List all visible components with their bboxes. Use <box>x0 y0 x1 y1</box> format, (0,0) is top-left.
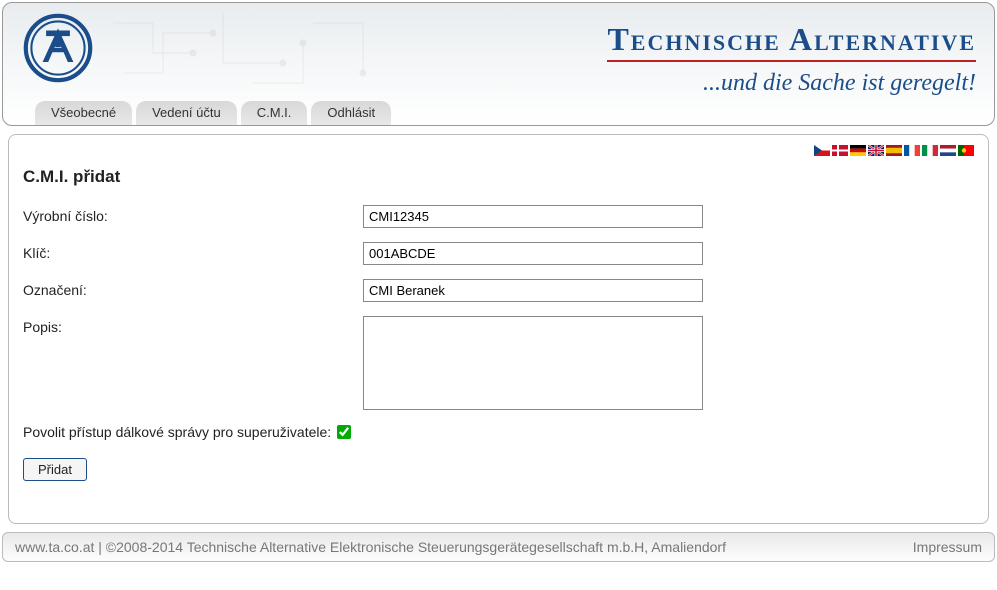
flag-it-icon[interactable] <box>922 145 938 156</box>
name-input[interactable] <box>363 279 703 302</box>
desc-textarea[interactable] <box>363 316 703 410</box>
header: Technische Alternative ...und die Sache … <box>2 2 995 126</box>
row-serial: Výrobní číslo: <box>23 205 974 228</box>
footer-copyright: | ©2008-2014 Technische Alternative Elek… <box>94 539 726 555</box>
row-desc: Popis: <box>23 316 974 410</box>
footer-link[interactable]: www.ta.co.at <box>15 539 94 555</box>
footer: www.ta.co.at | ©2008-2014 Technische Alt… <box>2 532 995 562</box>
flag-cz-icon[interactable] <box>814 145 830 156</box>
remote-checkbox[interactable] <box>337 425 351 439</box>
brand-block: Technische Alternative ...und die Sache … <box>607 21 976 97</box>
impressum-link[interactable]: Impressum <box>913 539 982 555</box>
language-flags <box>814 145 974 156</box>
nav-tabs: Všeobecné Vedení účtu C.M.I. Odhlásit <box>3 101 994 125</box>
company-logo <box>23 13 93 83</box>
label-name: Označení: <box>23 279 363 298</box>
brand-slogan: ...und die Sache ist geregelt! <box>607 70 976 97</box>
label-serial: Výrobní číslo: <box>23 205 363 224</box>
page-title: C.M.I. přidat <box>23 167 974 187</box>
row-name: Označení: <box>23 279 974 302</box>
tab-logout[interactable]: Odhlásit <box>311 101 391 125</box>
label-desc: Popis: <box>23 316 363 335</box>
label-key: Klíč: <box>23 242 363 261</box>
row-key: Klíč: <box>23 242 974 265</box>
flag-de-icon[interactable] <box>850 145 866 156</box>
flag-pt-icon[interactable] <box>958 145 974 156</box>
flag-nl-icon[interactable] <box>940 145 956 156</box>
row-remote: Povolit přístup dálkové správy pro super… <box>23 424 974 440</box>
flag-dk-icon[interactable] <box>832 145 848 156</box>
header-top: Technische Alternative ...und die Sache … <box>3 3 994 101</box>
add-button[interactable]: Přidat <box>23 458 87 481</box>
flag-es-icon[interactable] <box>886 145 902 156</box>
tab-cmi[interactable]: C.M.I. <box>241 101 308 125</box>
key-input[interactable] <box>363 242 703 265</box>
brand-title: Technische Alternative <box>607 21 976 62</box>
tab-account[interactable]: Vedení účtu <box>136 101 237 125</box>
label-remote: Povolit přístup dálkové správy pro super… <box>23 424 331 440</box>
serial-input[interactable] <box>363 205 703 228</box>
footer-left: www.ta.co.at | ©2008-2014 Technische Alt… <box>15 539 726 555</box>
content: C.M.I. přidat Výrobní číslo: Klíč: Označ… <box>8 134 989 524</box>
flag-fr-icon[interactable] <box>904 145 920 156</box>
pcb-decoration <box>103 3 383 101</box>
tab-general[interactable]: Všeobecné <box>35 101 132 125</box>
flag-uk-icon[interactable] <box>868 145 884 156</box>
